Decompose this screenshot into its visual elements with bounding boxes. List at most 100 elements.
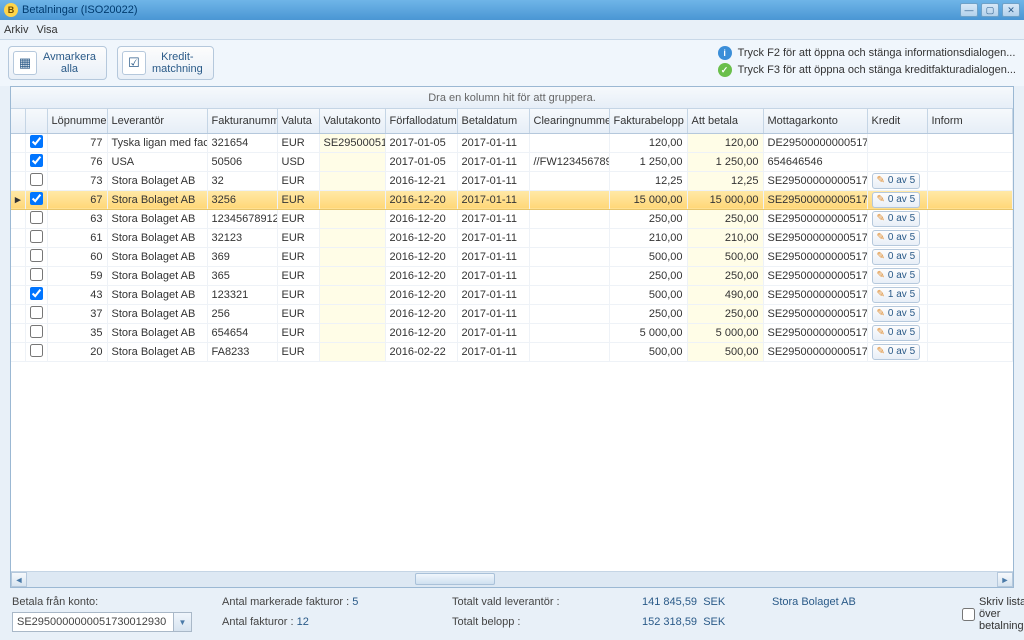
marked-invoices-label: Antal markerade fakturor : [222, 596, 349, 608]
kredit-button[interactable]: ✎1 av 5 [872, 287, 921, 303]
cell-clearingnummer [529, 171, 609, 190]
row-checkbox[interactable] [30, 230, 43, 243]
row-checkbox-cell[interactable] [25, 209, 47, 228]
col-attbetala[interactable]: Att betala [687, 109, 763, 133]
row-checkbox-cell[interactable] [25, 342, 47, 361]
scroll-left-icon[interactable]: ◄ [11, 572, 27, 587]
cell-valuta: EUR [277, 304, 319, 323]
row-checkbox[interactable] [30, 192, 43, 205]
print-list-checkbox[interactable]: Skriv lista över betalningar [962, 596, 1024, 632]
cell-lopnummer: 37 [47, 304, 107, 323]
col-lopnummer[interactable]: Löpnummer [47, 109, 107, 133]
col-leverantor[interactable]: Leverantör [107, 109, 207, 133]
col-rowmark[interactable] [11, 109, 25, 133]
row-checkbox-cell[interactable] [25, 228, 47, 247]
row-checkbox-cell[interactable] [25, 190, 47, 209]
col-forfallodatum[interactable]: Förfallodatum [385, 109, 457, 133]
col-checkbox[interactable] [25, 109, 47, 133]
row-checkbox[interactable] [30, 325, 43, 338]
row-checkbox[interactable] [30, 154, 43, 167]
close-window-button[interactable]: ✕ [1002, 3, 1020, 17]
row-checkbox[interactable] [30, 344, 43, 357]
row-checkbox-cell[interactable] [25, 266, 47, 285]
cell-leverantor: Stora Bolaget AB [107, 190, 207, 209]
pay-from-account-select[interactable]: SE2950000000051730012930 ▼ [12, 612, 192, 632]
table-row[interactable]: 60Stora Bolaget AB369EUR2016-12-202017-0… [11, 247, 1013, 266]
kredit-button[interactable]: ✎0 av 5 [872, 192, 921, 208]
kredit-button[interactable]: ✎0 av 5 [872, 325, 921, 341]
row-indicator [11, 342, 25, 361]
col-fakturanummer[interactable]: Fakturanummer [207, 109, 277, 133]
pay-from-label: Betala från konto: [12, 596, 212, 608]
check-icon: ✓ [718, 63, 732, 77]
print-list-input[interactable] [962, 608, 975, 621]
col-valutakonto[interactable]: Valutakonto [319, 109, 385, 133]
maximize-button[interactable]: ▢ [981, 3, 999, 17]
credit-match-button[interactable]: ☑ Kredit- matchning [117, 46, 214, 80]
col-fakturabelopp[interactable]: Fakturabelopp [609, 109, 687, 133]
col-kredit[interactable]: Kredit [867, 109, 927, 133]
row-checkbox[interactable] [30, 268, 43, 281]
menu-visa[interactable]: Visa [36, 24, 57, 36]
cell-clearingnummer: //FW123456789 [529, 152, 609, 171]
menu-arkiv[interactable]: Arkiv [4, 24, 28, 36]
cell-fakturanummer: 3256 [207, 190, 277, 209]
scroll-right-icon[interactable]: ► [997, 572, 1013, 587]
deselect-all-label: Avmarkera alla [43, 51, 96, 75]
table-row[interactable]: 59Stora Bolaget AB365EUR2016-12-202017-0… [11, 266, 1013, 285]
minimize-button[interactable]: — [960, 3, 978, 17]
table-row[interactable]: 76USA50506USD2017-01-052017-01-11//FW123… [11, 152, 1013, 171]
row-checkbox[interactable] [30, 173, 43, 186]
kredit-button[interactable]: ✎0 av 5 [872, 344, 921, 360]
table-row[interactable]: 63Stora Bolaget AB123456789123…EUR2016-1… [11, 209, 1013, 228]
pencil-icon: ✎ [877, 327, 885, 338]
group-by-bar[interactable]: Dra en kolumn hit för att gruppera. [11, 87, 1013, 109]
cell-kredit: ✎0 av 5 [867, 342, 927, 361]
table-row[interactable]: 37Stora Bolaget AB256EUR2016-12-202017-0… [11, 304, 1013, 323]
cell-forfallodatum: 2016-12-20 [385, 190, 457, 209]
row-checkbox-cell[interactable] [25, 152, 47, 171]
table-row[interactable]: 20Stora Bolaget ABFA8233EUR2016-02-22201… [11, 342, 1013, 361]
table-row[interactable]: 77Tyska ligan med facto…321654EURSE29500… [11, 133, 1013, 152]
scroll-thumb[interactable] [415, 573, 495, 585]
row-checkbox-cell[interactable] [25, 323, 47, 342]
kredit-button[interactable]: ✎0 av 5 [872, 230, 921, 246]
chevron-down-icon[interactable]: ▼ [173, 613, 191, 631]
col-valuta[interactable]: Valuta [277, 109, 319, 133]
total-amount-label: Totalt belopp : [452, 616, 521, 628]
table-row[interactable]: 43Stora Bolaget AB123321EUR2016-12-20201… [11, 285, 1013, 304]
row-checkbox-cell[interactable] [25, 133, 47, 152]
col-clearingnummer[interactable]: Clearingnummer [529, 109, 609, 133]
cell-leverantor: Stora Bolaget AB [107, 209, 207, 228]
kredit-button[interactable]: ✎0 av 5 [872, 249, 921, 265]
kredit-button[interactable]: ✎0 av 5 [872, 306, 921, 322]
row-checkbox-cell[interactable] [25, 304, 47, 323]
selected-supplier-amount: 141 845,59 [642, 596, 697, 608]
kredit-button[interactable]: ✎0 av 5 [872, 173, 921, 189]
deselect-all-button[interactable]: ▦ Avmarkera alla [8, 46, 107, 80]
row-checkbox[interactable] [30, 249, 43, 262]
kredit-button[interactable]: ✎0 av 5 [872, 211, 921, 227]
cell-valuta: USD [277, 152, 319, 171]
table-row[interactable]: ▸67Stora Bolaget AB3256EUR2016-12-202017… [11, 190, 1013, 209]
row-checkbox[interactable] [30, 306, 43, 319]
kredit-text: 0 av 5 [888, 346, 915, 357]
table-row[interactable]: 73Stora Bolaget AB32EUR2016-12-212017-01… [11, 171, 1013, 190]
cell-betaldatum: 2017-01-11 [457, 342, 529, 361]
row-checkbox-cell[interactable] [25, 285, 47, 304]
row-checkbox-cell[interactable] [25, 171, 47, 190]
row-checkbox[interactable] [30, 211, 43, 224]
row-checkbox[interactable] [30, 135, 43, 148]
col-betaldatum[interactable]: Betaldatum [457, 109, 529, 133]
kredit-button[interactable]: ✎0 av 5 [872, 268, 921, 284]
horizontal-scrollbar[interactable]: ◄ ► [11, 571, 1013, 587]
pencil-icon: ✎ [877, 194, 885, 205]
col-mottagarkonto[interactable]: Mottagarkonto [763, 109, 867, 133]
table-row[interactable]: 35Stora Bolaget AB654654EUR2016-12-20201… [11, 323, 1013, 342]
row-checkbox-cell[interactable] [25, 247, 47, 266]
row-checkbox[interactable] [30, 287, 43, 300]
col-info[interactable]: Inform [927, 109, 1013, 133]
cell-leverantor: Stora Bolaget AB [107, 285, 207, 304]
table-row[interactable]: 61Stora Bolaget AB32123EUR2016-12-202017… [11, 228, 1013, 247]
cell-valutakonto [319, 304, 385, 323]
